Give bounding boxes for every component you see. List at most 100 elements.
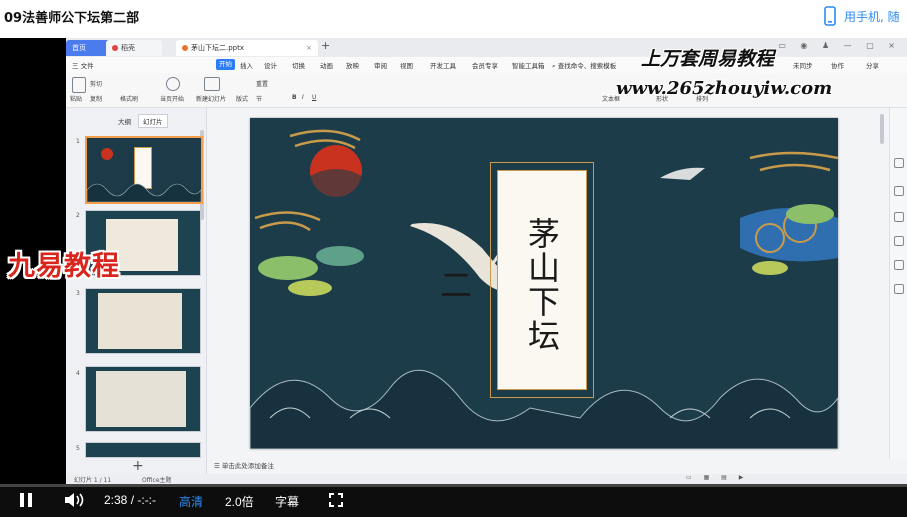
subtitle-button[interactable]: 字幕 xyxy=(275,493,299,510)
close-icon[interactable]: × xyxy=(306,40,312,56)
play-label: 当页开始 xyxy=(160,96,185,103)
format-painter-label: 格式刷 xyxy=(120,96,139,103)
slide-thumbnail-3[interactable] xyxy=(85,288,201,354)
menu-transition[interactable]: 切换 xyxy=(292,60,305,70)
title-card[interactable]: 茅山下坛二 xyxy=(435,170,587,390)
menu-view[interactable]: 视图 xyxy=(400,60,413,70)
phone-icon xyxy=(824,6,836,26)
slide-number: 5 xyxy=(76,445,80,452)
menu-file[interactable]: 三 文件 xyxy=(72,60,94,70)
slide-number: 3 xyxy=(76,290,80,297)
pause-icon xyxy=(20,493,32,507)
time-display: 2:38 / -:-:- xyxy=(104,493,157,507)
notes-bar[interactable]: ☰ 单击此处添加备注 xyxy=(206,459,907,473)
menu-collaborate[interactable]: 协作 xyxy=(831,60,844,70)
theme-name: Office主题 xyxy=(142,477,172,484)
tab-bar: 首页 稻壳 茅山下坛二.pptx × + ▭ ◉ ♟ — ▢ × xyxy=(66,38,907,58)
slide-thumbnail-5[interactable] xyxy=(85,442,201,458)
cut-label: 剪切 xyxy=(90,81,103,88)
slide-scrollbar[interactable] xyxy=(878,108,886,458)
progress-bar[interactable] xyxy=(0,484,907,487)
search-icon: ⌕ xyxy=(552,62,556,70)
slide-thumbnail-1[interactable] xyxy=(85,136,203,204)
window-controls[interactable]: ▭ ◉ ♟ — ▢ × xyxy=(778,41,901,50)
menu-member[interactable]: 会员专享 xyxy=(472,60,498,70)
pptx-icon xyxy=(182,45,188,51)
menu-smart-tools[interactable]: 智能工具箱 xyxy=(512,60,545,70)
underline-button[interactable]: U xyxy=(312,94,316,101)
slide-thumbnail-4[interactable] xyxy=(85,366,201,432)
menu-developer[interactable]: 开发工具 xyxy=(430,60,456,70)
menu-unsynced[interactable]: 未同步 xyxy=(793,60,813,70)
right-tool-column xyxy=(889,108,907,459)
slide-title[interactable]: 茅山下坛二 xyxy=(435,205,586,365)
tab-slides[interactable]: 幻灯片 xyxy=(138,114,168,128)
notes-icon: ☰ xyxy=(214,462,222,470)
presentation-app-screen: 首页 稻壳 茅山下坛二.pptx × + ▭ ◉ ♟ — ▢ × 三 文件 开始 … xyxy=(66,38,907,484)
tool-icon[interactable] xyxy=(894,212,904,222)
sun-icon xyxy=(101,148,113,160)
search-command[interactable]: ⌕ 查找命令、搜索模板 xyxy=(552,60,616,71)
phone-link-label[interactable]: 用手机, 随 xyxy=(844,8,900,25)
phone-link[interactable]: 用手机, 随 xyxy=(824,6,900,26)
app-icon xyxy=(112,45,118,51)
tool-icon[interactable] xyxy=(894,158,904,168)
tab-app[interactable]: 稻壳 xyxy=(106,40,162,56)
menu-share[interactable]: 分享 xyxy=(866,60,879,70)
pause-button[interactable] xyxy=(19,492,33,511)
menu-animation[interactable]: 动画 xyxy=(320,60,333,70)
view-buttons[interactable]: ▭ ▦ ▤ ▶ xyxy=(686,474,748,481)
slide-thumbnail-panel: 大纲 幻灯片 1 2 3 4 5 + xyxy=(66,108,207,484)
menu-review[interactable]: 审阅 xyxy=(374,60,387,70)
menu-start[interactable]: 开始 xyxy=(216,59,235,70)
tab-file[interactable]: 茅山下坛二.pptx × xyxy=(176,40,318,56)
slide-number: 1 xyxy=(76,138,80,145)
tool-icon[interactable] xyxy=(894,236,904,246)
status-bar: 幻灯片 1 / 11 Office主题 ▭ ▦ ▤ ▶ xyxy=(66,474,907,484)
page-header: 09法善师公下坛第二部 用手机, 随 xyxy=(0,0,907,32)
italic-button[interactable]: I xyxy=(302,94,304,101)
slide-number: 2 xyxy=(76,212,80,219)
document-photo xyxy=(98,293,182,349)
volume-button[interactable] xyxy=(64,492,86,511)
new-slide-label: 新建幻灯片 xyxy=(196,96,227,103)
tool-icon[interactable] xyxy=(894,284,904,294)
tab-home[interactable]: 首页 xyxy=(66,40,110,56)
scroll-thumb[interactable] xyxy=(880,114,884,144)
panel-tabs: 大纲 幻灯片 xyxy=(114,114,171,128)
tab-file-label: 茅山下坛二.pptx xyxy=(191,44,244,52)
menu-slideshow[interactable]: 放映 xyxy=(346,60,359,70)
menu-bar: 三 文件 开始 插入 设计 切换 动画 放映 审阅 视图 开发工具 会员专享 智… xyxy=(66,57,907,73)
reset-label: 重置 xyxy=(256,81,269,88)
slide-number: 4 xyxy=(76,370,80,377)
paste-label: 粘贴 xyxy=(70,96,83,103)
wave-art xyxy=(87,183,201,202)
add-slide-button[interactable]: + xyxy=(132,458,144,474)
tool-icon[interactable] xyxy=(894,186,904,196)
watermark-text-1: 上万套周易教程 xyxy=(641,48,775,70)
clipboard-icon xyxy=(72,77,86,93)
tab-app-label: 稻壳 xyxy=(121,44,135,52)
tab-outline[interactable]: 大纲 xyxy=(114,115,135,127)
new-tab-button[interactable]: + xyxy=(321,39,330,52)
player-controls: 2:38 / -:-:- 高清 2.0倍 字幕 xyxy=(0,484,907,517)
tool-icon[interactable] xyxy=(894,260,904,270)
speed-button[interactable]: 2.0倍 xyxy=(225,493,254,510)
menu-insert[interactable]: 插入 xyxy=(240,60,253,70)
volume-icon xyxy=(65,493,84,507)
quality-button[interactable]: 高清 xyxy=(179,493,203,510)
section-label: 节 xyxy=(256,96,263,103)
menu-design[interactable]: 设计 xyxy=(264,60,277,70)
video-player[interactable]: 首页 稻壳 茅山下坛二.pptx × + ▭ ◉ ♟ — ▢ × 三 文件 开始 … xyxy=(0,38,907,517)
fullscreen-icon xyxy=(329,493,343,507)
search-command-label: 查找命令、搜索模板 xyxy=(557,62,617,70)
course-title: 09法善师公下坛第二部 xyxy=(4,11,140,26)
slide-canvas[interactable]: 茅山下坛二 xyxy=(250,118,838,449)
document-photo xyxy=(96,371,186,427)
copy-label: 复制 xyxy=(90,96,103,103)
slide-icon xyxy=(204,77,220,91)
notes-placeholder[interactable]: 单击此处添加备注 xyxy=(222,462,274,470)
bold-button[interactable]: B xyxy=(292,94,297,101)
slide-counter: 幻灯片 1 / 11 xyxy=(74,477,112,484)
fullscreen-button[interactable] xyxy=(329,493,343,510)
